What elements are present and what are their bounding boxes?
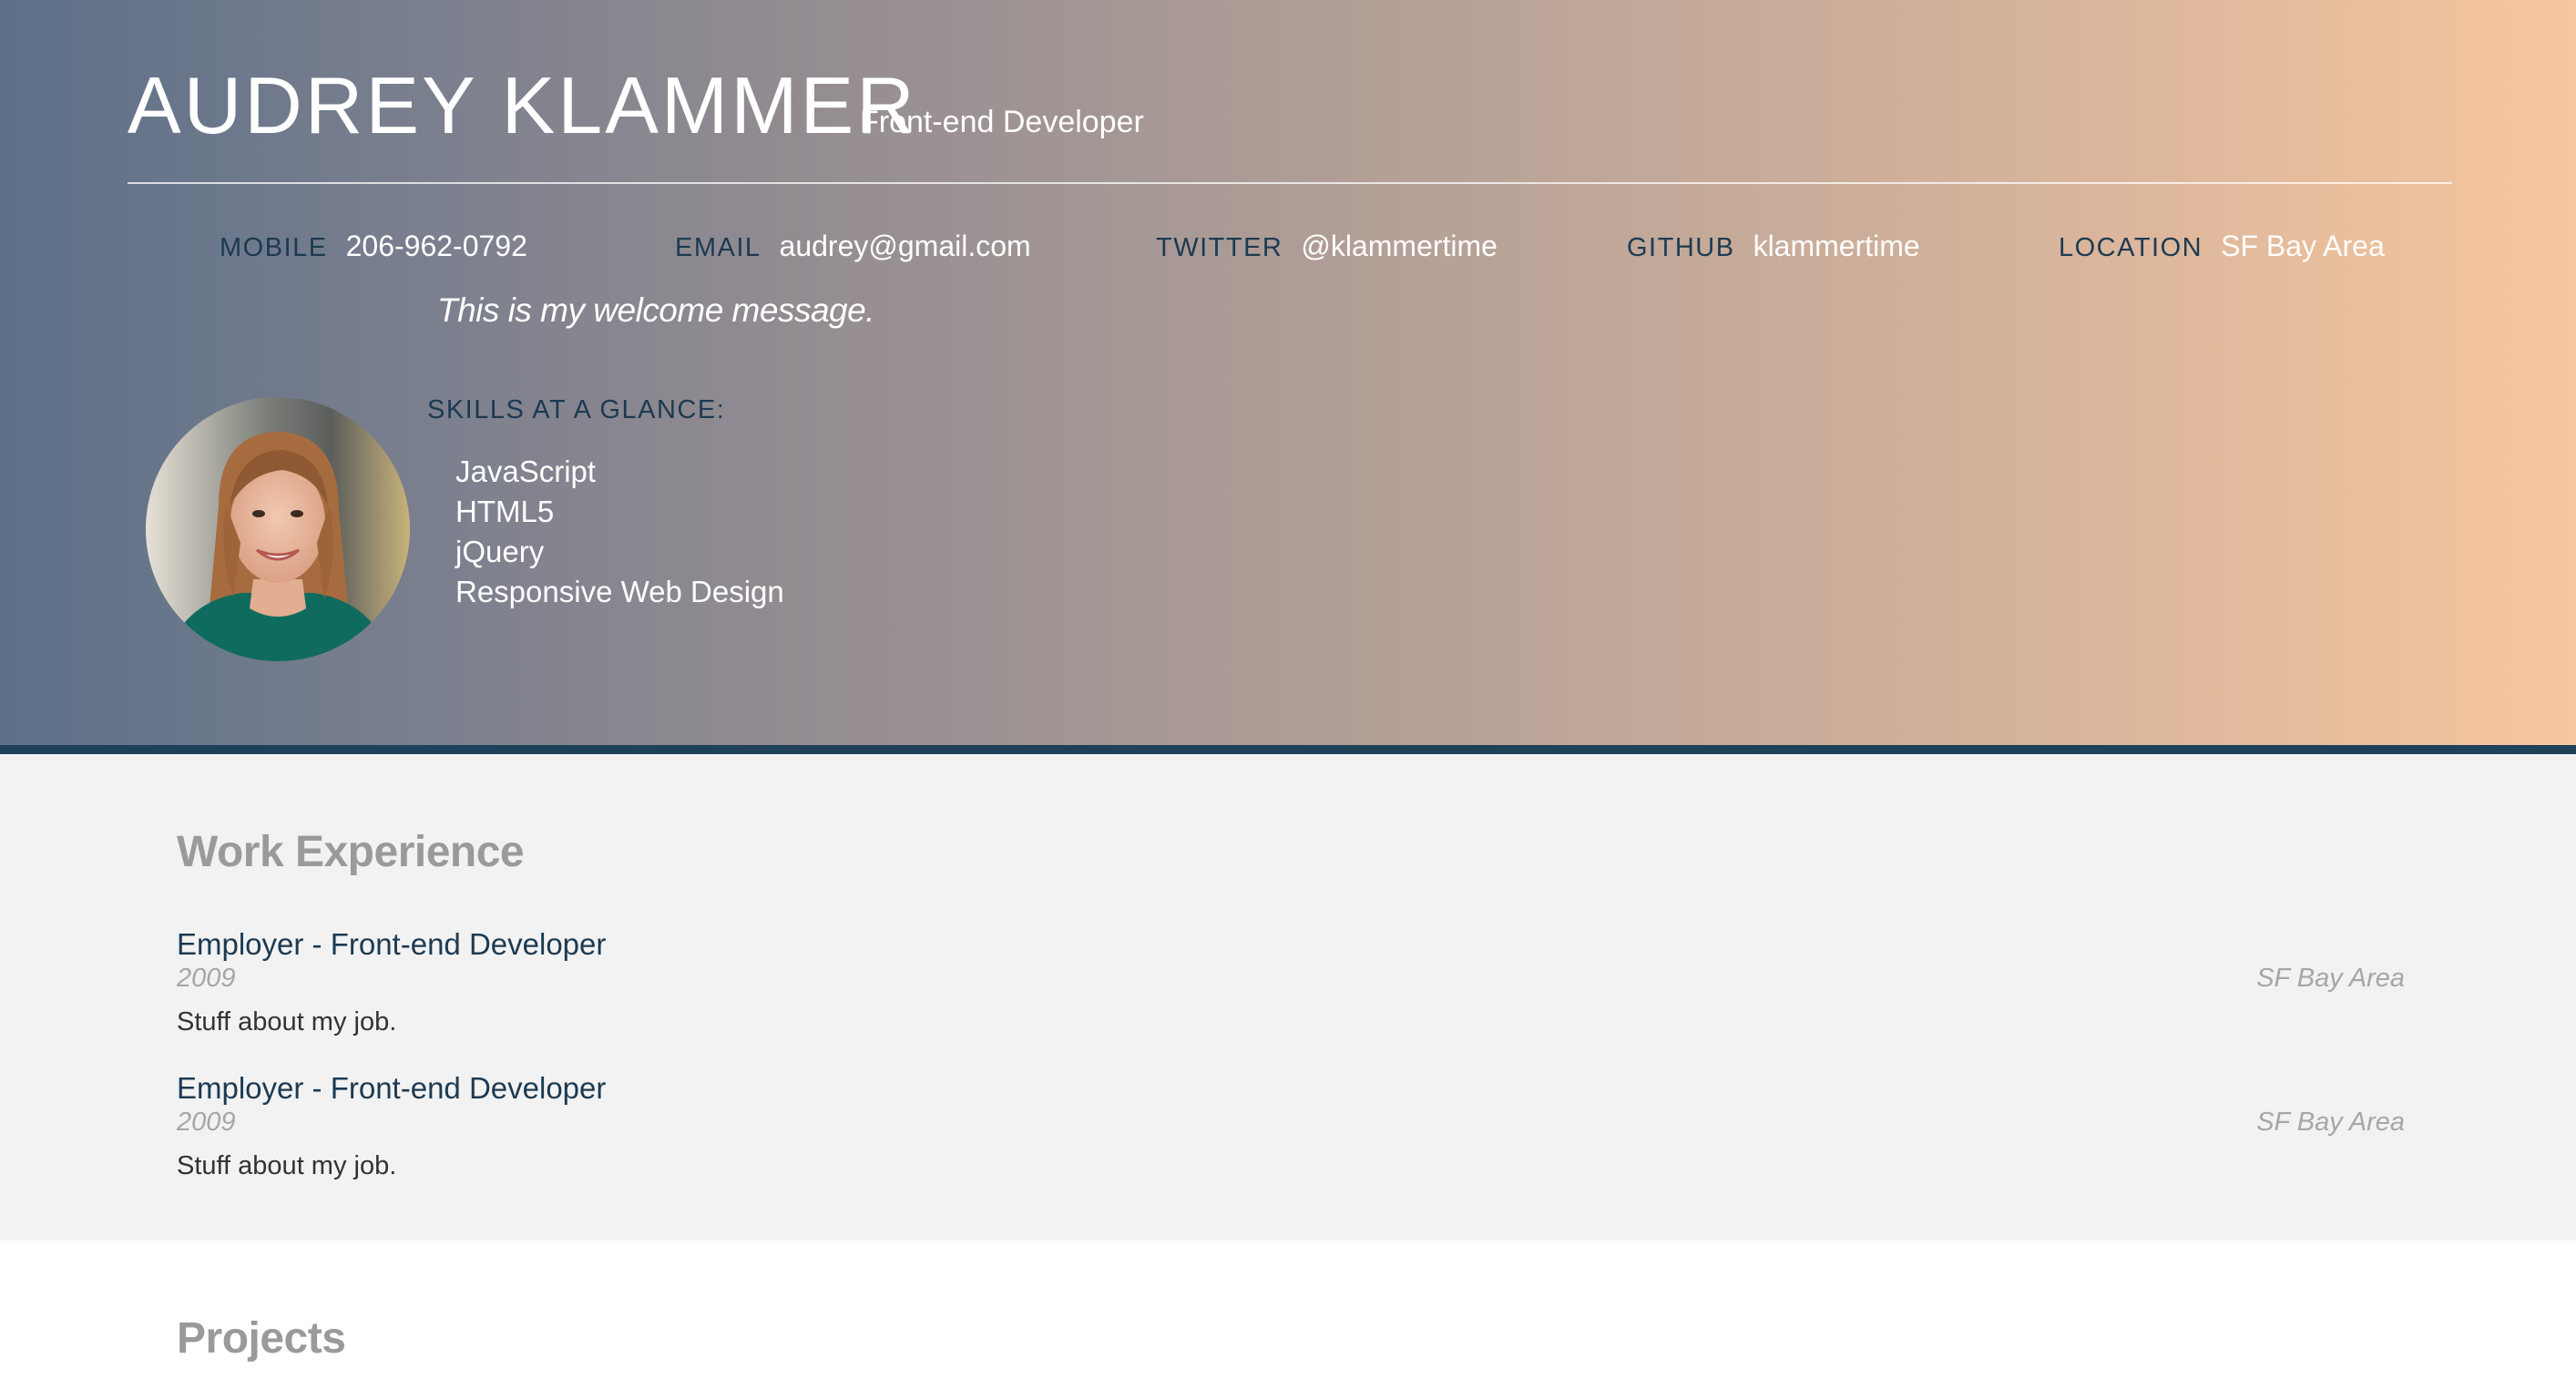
work-experience-heading: Work Experience [177, 828, 525, 876]
contact-mobile[interactable]: MOBILE 206-962-0792 [220, 230, 527, 263]
contact-mobile-value[interactable]: 206-962-0792 [346, 230, 527, 263]
contact-github-label: GITHUB [1627, 233, 1735, 262]
contact-twitter[interactable]: TWITTER @klammertime [1156, 230, 1498, 263]
contact-location-label: LOCATION [2059, 233, 2203, 262]
job-date: 2009 [177, 1108, 236, 1137]
skill-item: Responsive Web Design [455, 575, 784, 608]
contact-email-label: EMAIL [675, 233, 762, 262]
work-entry: Employer - Front-end Developer 2009 SF B… [177, 1071, 2405, 1208]
contact-location-value: SF Bay Area [2221, 230, 2385, 262]
job-location: SF Bay Area [2256, 1108, 2405, 1137]
contact-twitter-label: TWITTER [1156, 233, 1283, 262]
projects-section: Projects [0, 1241, 2576, 1399]
work-entry: Employer - Front-end Developer 2009 SF B… [177, 927, 2405, 1064]
job-title[interactable]: Employer - Front-end Developer [177, 1071, 606, 1106]
contact-list: MOBILE 206-962-0792 EMAIL audrey@gmail.c… [0, 230, 2576, 275]
contact-email[interactable]: EMAIL audrey@gmail.com [675, 230, 1031, 263]
skill-item: jQuery [455, 535, 545, 568]
skills-heading: SKILLS AT A GLANCE: [427, 395, 726, 424]
job-description: Stuff about my job. [177, 1007, 397, 1036]
contact-mobile-label: MOBILE [220, 233, 328, 262]
job-description: Stuff about my job. [177, 1151, 397, 1180]
profile-photo [146, 397, 410, 661]
header-border [0, 745, 2576, 754]
job-title[interactable]: Employer - Front-end Developer [177, 927, 606, 962]
welcome-message: This is my welcome message. [437, 291, 874, 329]
projects-heading: Projects [177, 1314, 346, 1363]
role-title: Front-end Developer [860, 105, 1144, 139]
skill-item: JavaScript [455, 454, 597, 488]
header-divider [128, 182, 2452, 184]
job-location: SF Bay Area [2256, 964, 2405, 993]
work-experience-section: Work Experience Employer - Front-end Dev… [0, 754, 2576, 1241]
header: AUDREY KLAMMER Front-end Developer MOBIL… [0, 0, 2576, 745]
job-date: 2009 [177, 964, 236, 993]
skills-list: JavaScript HTML5 jQuery Responsive Web D… [455, 452, 784, 612]
contact-github[interactable]: GITHUB klammertime [1627, 230, 1920, 263]
contact-email-value[interactable]: audrey@gmail.com [780, 230, 1031, 263]
name-heading: AUDREY KLAMMER [128, 60, 917, 150]
avatar [146, 397, 410, 661]
contact-twitter-value[interactable]: @klammertime [1301, 230, 1498, 263]
contact-github-value[interactable]: klammertime [1753, 230, 1920, 263]
contact-location: LOCATION SF Bay Area [2059, 230, 2385, 263]
skill-item: HTML5 [455, 495, 555, 528]
